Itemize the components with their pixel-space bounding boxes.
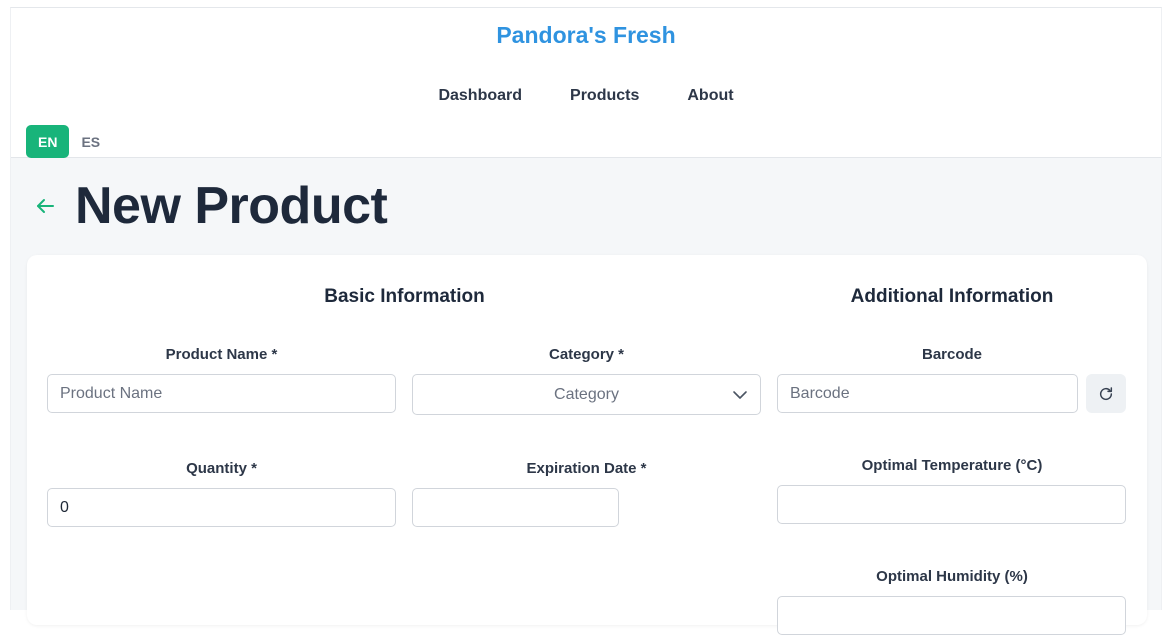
product-form-card: Basic Information Additional Information… (27, 255, 1147, 635)
optimal-humidity-label: Optimal Humidity (%) (876, 568, 1028, 585)
nav-products[interactable]: Products (570, 87, 639, 105)
app-page: Pandora's Fresh Dashboard Products About… (10, 7, 1162, 635)
generate-barcode-button[interactable] (1086, 374, 1126, 413)
nav-about[interactable]: About (687, 87, 733, 105)
chevron-down-icon (733, 391, 747, 399)
additional-info-heading: Additional Information (850, 286, 1054, 307)
category-select[interactable]: Category (412, 374, 761, 415)
page-title: New Product (75, 177, 388, 235)
optimal-temperature-label: Optimal Temperature (°C) (861, 457, 1043, 474)
expiration-date-label: Expiration Date * (526, 460, 647, 477)
page-title-row: New Product (33, 174, 388, 238)
category-label: Category * (548, 346, 625, 363)
optimal-temperature-input[interactable] (777, 485, 1126, 524)
language-switcher: EN ES (26, 125, 112, 158)
refresh-icon (1099, 386, 1113, 400)
category-placeholder: Category (554, 386, 619, 403)
nav-dashboard[interactable]: Dashboard (438, 87, 522, 105)
arrow-left-icon[interactable] (33, 194, 57, 218)
product-name-label: Product Name * (165, 346, 278, 363)
optimal-humidity-input[interactable] (777, 596, 1126, 635)
basic-info-heading: Basic Information (324, 286, 485, 307)
lang-es-button[interactable]: ES (69, 125, 112, 158)
quantity-input[interactable] (47, 488, 396, 527)
quantity-label: Quantity * (186, 460, 257, 477)
expiration-date-input[interactable] (412, 488, 619, 527)
barcode-label: Barcode (921, 346, 983, 363)
lang-en-button[interactable]: EN (26, 125, 70, 158)
barcode-input[interactable] (777, 374, 1078, 413)
top-header: Pandora's Fresh Dashboard Products About… (11, 8, 1161, 158)
brand-title[interactable]: Pandora's Fresh (11, 22, 1161, 49)
main-nav: Dashboard Products About (11, 87, 1161, 105)
product-name-input[interactable] (47, 374, 396, 413)
